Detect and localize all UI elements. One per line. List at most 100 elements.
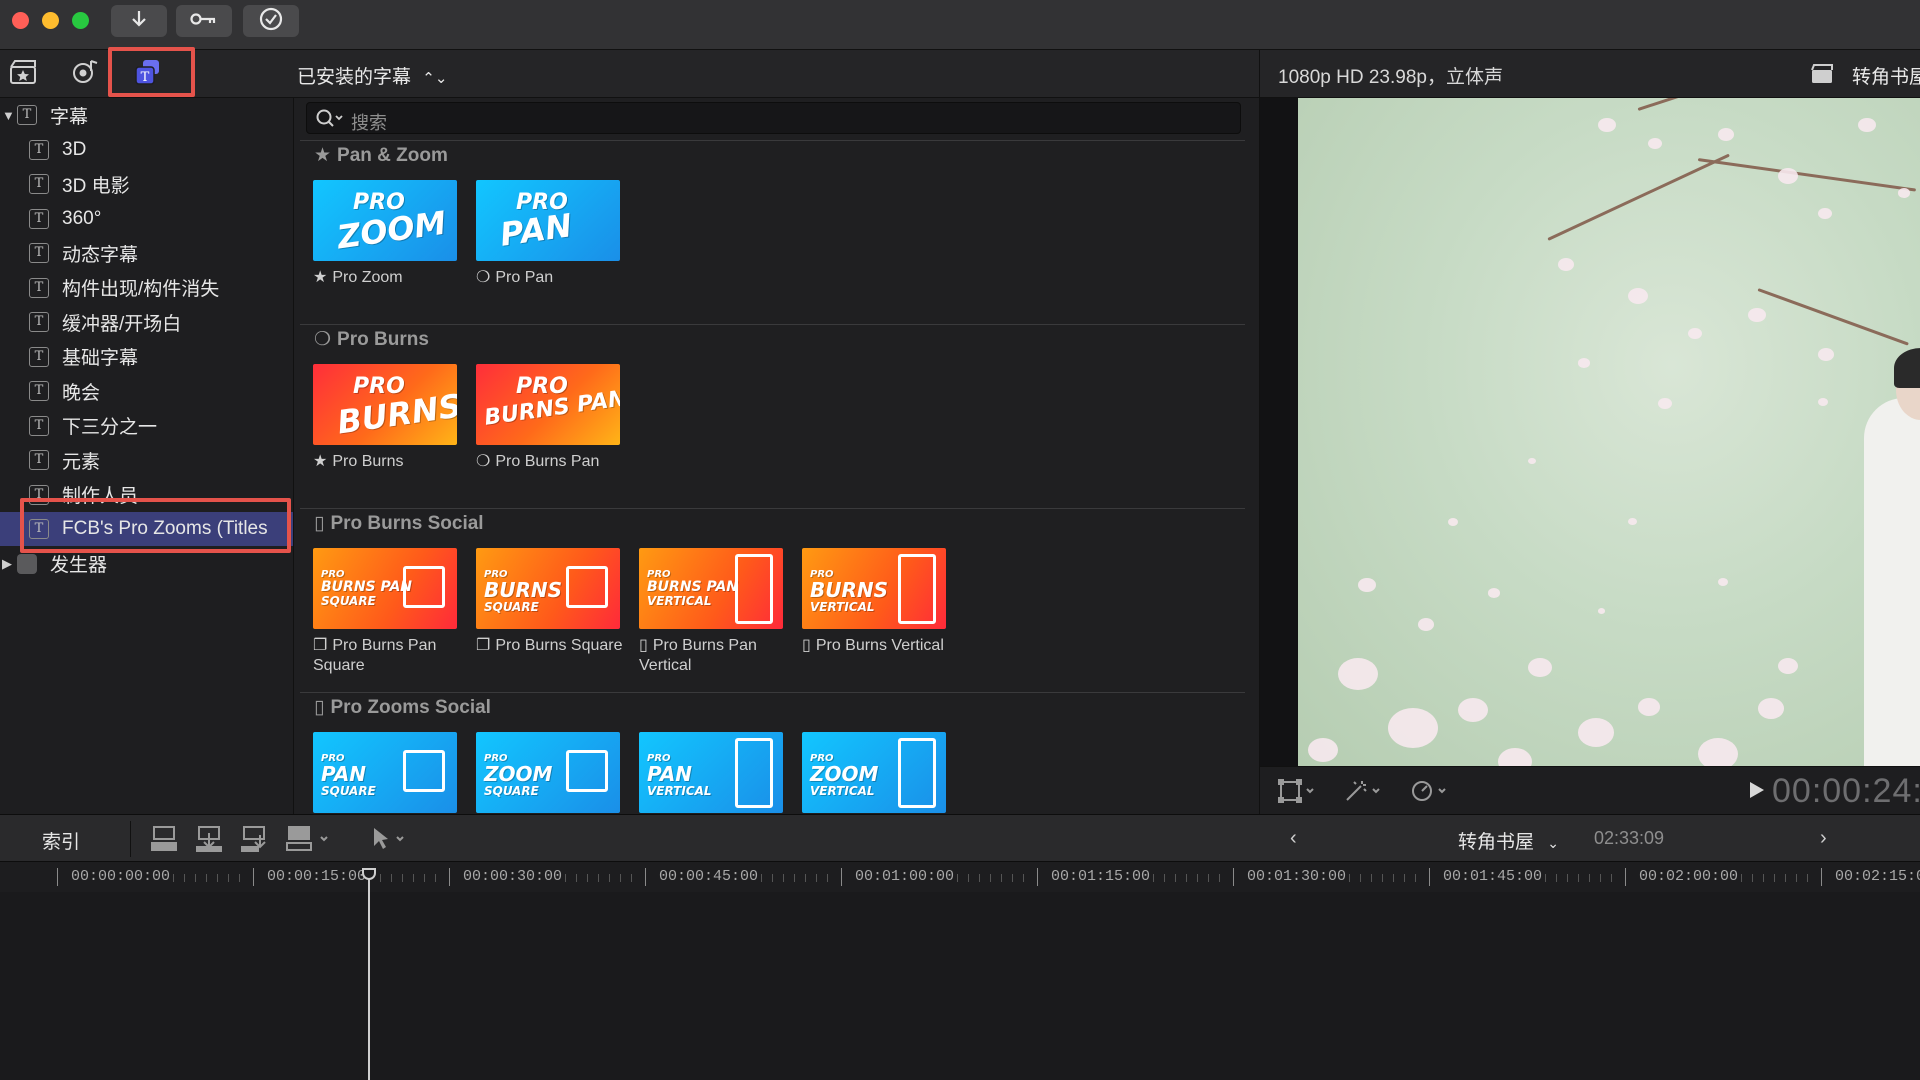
title-thumbnail[interactable]: PRO PAN bbox=[476, 180, 620, 261]
title-thumbnail[interactable]: PRO BURNS bbox=[313, 364, 457, 445]
ruler-minor-tick bbox=[587, 874, 588, 882]
ruler-minor-tick bbox=[1153, 874, 1154, 882]
blossom-petal bbox=[1488, 588, 1500, 598]
title-thumbnail[interactable]: PRO PAN SQUARE bbox=[313, 732, 457, 813]
blossom-petal bbox=[1718, 578, 1728, 586]
play-icon[interactable] bbox=[1748, 780, 1766, 805]
title-thumbnail[interactable]: PRO ZOOM bbox=[313, 180, 457, 261]
insert-clip-icon[interactable] bbox=[195, 825, 225, 858]
ruler-minor-tick bbox=[1208, 874, 1209, 882]
overwrite-clip-icon[interactable] bbox=[285, 825, 333, 858]
timeline-index-button[interactable]: 索引 bbox=[42, 827, 80, 854]
ruler-major-tick bbox=[253, 868, 254, 886]
library-item[interactable]: T 3D bbox=[0, 133, 293, 167]
library-item[interactable]: T 3D 电影 bbox=[0, 167, 293, 201]
blossom-petal bbox=[1578, 358, 1590, 368]
search-field[interactable]: 搜索 bbox=[306, 102, 1241, 134]
caption-name: Pro Burns bbox=[332, 453, 404, 470]
close-window-button[interactable] bbox=[12, 12, 29, 29]
ruler-minor-tick bbox=[1186, 874, 1187, 882]
import-button[interactable] bbox=[111, 5, 167, 37]
ruler-major-tick bbox=[1037, 868, 1038, 886]
library-item[interactable]: T 基础字幕 bbox=[0, 340, 293, 374]
library-item[interactable]: T 晚会 bbox=[0, 374, 293, 408]
title-thumbnail[interactable]: PRO BURNS SQUARE bbox=[476, 548, 620, 629]
blossom-petal bbox=[1558, 258, 1574, 271]
timeline-area[interactable] bbox=[0, 892, 1920, 1080]
thumbnail-text-line2: PAN bbox=[647, 762, 693, 786]
zoom-window-button[interactable] bbox=[72, 12, 89, 29]
chevron-right-icon[interactable]: › bbox=[1820, 827, 1827, 850]
title-caption: ❍ Pro Burns Pan bbox=[476, 452, 626, 472]
title-t-icon: T bbox=[17, 105, 37, 125]
section-icon: ▯ bbox=[314, 697, 325, 718]
timeline-project-menu[interactable]: 转角书屋 ⌄ bbox=[1458, 827, 1559, 854]
ruler-minor-tick bbox=[783, 874, 784, 882]
library-item[interactable]: T 构件出现/构件消失 bbox=[0, 271, 293, 305]
transform-icon[interactable] bbox=[1278, 779, 1318, 808]
blossom-petal bbox=[1528, 658, 1552, 678]
playhead[interactable] bbox=[368, 870, 370, 1080]
ruler-minor-tick bbox=[1556, 874, 1557, 882]
connect-clip-icon[interactable] bbox=[150, 825, 180, 858]
library-item[interactable]: T 动态字幕 bbox=[0, 236, 293, 270]
library-item-label: 3D bbox=[62, 138, 87, 160]
minimize-window-button[interactable] bbox=[42, 12, 59, 29]
speed-gauge-icon[interactable] bbox=[1410, 779, 1450, 808]
thumbnail-text-line2: PAN bbox=[497, 206, 575, 254]
background-tasks-button[interactable] bbox=[243, 5, 299, 37]
ruler-minor-tick bbox=[1774, 874, 1775, 882]
blossom-branch bbox=[1757, 288, 1909, 346]
title-t-icon: T bbox=[29, 312, 49, 332]
disclosure-right-icon[interactable]: ▶ bbox=[2, 556, 12, 572]
ruler-minor-tick bbox=[239, 874, 240, 882]
titles-root-row[interactable]: ▼ T 字幕 bbox=[0, 98, 293, 132]
magic-wand-icon[interactable] bbox=[1344, 779, 1384, 808]
installed-titles-menu[interactable]: 已安装的字幕 ⌃⌄ bbox=[297, 62, 447, 89]
photos-and-audio-tab[interactable] bbox=[6, 58, 40, 90]
blossom-petal bbox=[1338, 658, 1378, 690]
title-thumbnail[interactable]: PRO BURNS PAN VERTICAL bbox=[639, 548, 783, 629]
ruler-label: 00:00:00:00 bbox=[71, 868, 171, 885]
title-t-icon: T bbox=[29, 415, 49, 436]
title-thumbnail[interactable]: PRO ZOOM VERTICAL bbox=[802, 732, 946, 813]
search-placeholder: 搜索 bbox=[351, 113, 387, 133]
blossom-petal bbox=[1598, 118, 1616, 133]
blossom-petal bbox=[1358, 578, 1376, 593]
title-thumbnail[interactable]: PRO BURNS PAN bbox=[476, 364, 620, 445]
title-thumbnail[interactable]: PRO BURNS VERTICAL bbox=[802, 548, 946, 629]
library-item[interactable]: T 下三分之一 bbox=[0, 409, 293, 443]
title-thumbnail[interactable]: PRO BURNS PAN SQUARE bbox=[313, 548, 457, 629]
keywords-button[interactable] bbox=[176, 5, 232, 37]
browser-title-label: 已安装的字幕 bbox=[297, 67, 412, 88]
ruler-label: 00:01:45:00 bbox=[1443, 868, 1543, 885]
caption-name: Pro Burns Pan Vertical bbox=[639, 637, 757, 674]
figure-hair bbox=[1894, 348, 1920, 388]
blossom-petal bbox=[1778, 658, 1798, 674]
title-thumbnail[interactable]: PRO PAN VERTICAL bbox=[639, 732, 783, 813]
photos-audio-tab[interactable] bbox=[68, 58, 102, 90]
ruler-label: 00:01:15:00 bbox=[1051, 868, 1151, 885]
timeline-ruler[interactable]: 00:00:00:00 00:00:15:00 00:00:30:00 00:00:4… bbox=[0, 862, 1920, 892]
section-icon: ★ bbox=[314, 145, 332, 166]
ruler-minor-tick bbox=[598, 874, 599, 882]
ruler-major-tick bbox=[449, 868, 450, 886]
ruler-minor-tick bbox=[1807, 874, 1808, 882]
title-t-icon: T bbox=[29, 381, 49, 401]
select-tool-icon[interactable] bbox=[370, 825, 410, 858]
figure-image bbox=[1864, 398, 1920, 766]
section-divider bbox=[300, 324, 1245, 325]
disclosure-down-icon[interactable]: ▼ bbox=[2, 108, 15, 123]
library-item[interactable]: T 360° bbox=[0, 202, 293, 236]
library-item[interactable]: T 缓冲器/开场白 bbox=[0, 305, 293, 339]
append-clip-icon[interactable] bbox=[240, 825, 270, 858]
caption-mark-icon: ▯ bbox=[639, 637, 648, 654]
title-thumbnail[interactable]: PRO ZOOM SQUARE bbox=[476, 732, 620, 813]
library-item[interactable]: T 元素 bbox=[0, 443, 293, 477]
ruler-minor-tick bbox=[979, 874, 980, 882]
ruler-minor-tick bbox=[816, 874, 817, 882]
chevron-left-icon[interactable]: ‹ bbox=[1290, 827, 1297, 850]
ruler-label: 00:02:15:00 bbox=[1835, 868, 1920, 885]
blossom-petal bbox=[1778, 168, 1798, 184]
ruler-major-tick bbox=[1821, 868, 1822, 886]
